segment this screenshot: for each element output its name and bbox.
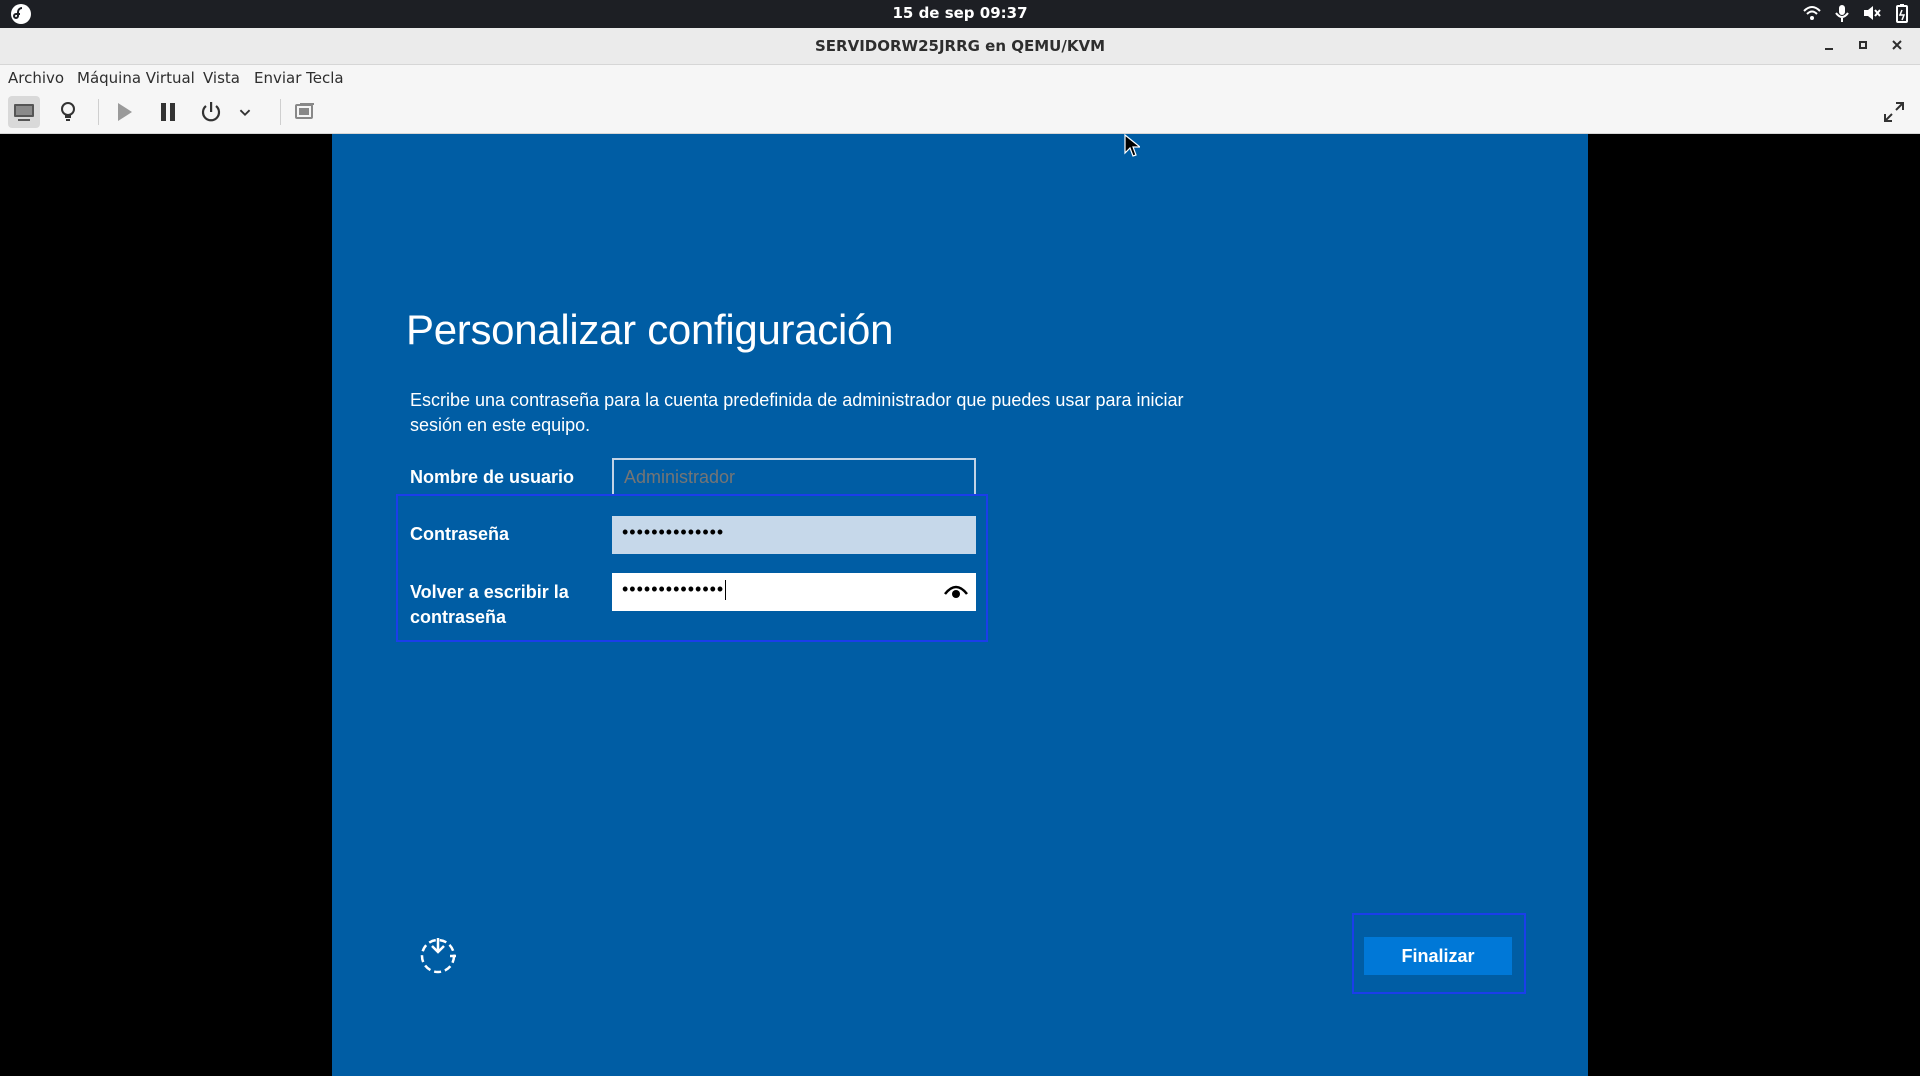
menu-vista[interactable]: Vista xyxy=(203,69,240,87)
username-field[interactable] xyxy=(612,458,976,496)
microphone-icon[interactable] xyxy=(1832,3,1852,23)
setup-description: Escribe una contraseña para la cuenta pr… xyxy=(410,390,1184,435)
maximize-icon[interactable] xyxy=(1854,36,1872,54)
accessibility-icon[interactable] xyxy=(416,932,460,976)
confirm-password-value: •••••••••••••• xyxy=(622,579,725,599)
page-title: Personalizar configuración xyxy=(406,306,894,353)
battery-icon[interactable] xyxy=(1892,3,1912,23)
system-top-bar: 15 de sep 09:37 xyxy=(0,0,1920,28)
mouse-cursor-icon xyxy=(1124,133,1142,158)
menu-enviar-tecla[interactable]: Enviar Tecla xyxy=(254,69,344,87)
finish-button-focus-outline: Finalizar xyxy=(1352,913,1526,994)
window-title-bar[interactable]: SERVIDORW25JRRG en QEMU/KVM xyxy=(0,28,1920,65)
confirm-password-label: Volver a escribir la contraseña xyxy=(410,582,569,627)
password-label: Contraseña xyxy=(410,524,510,544)
play-icon[interactable] xyxy=(108,96,140,128)
show-password-eye-icon[interactable] xyxy=(944,582,968,602)
password-value: •••••••••••••• xyxy=(622,522,725,542)
vm-display[interactable]: Personalizar configuración Escribe una c… xyxy=(0,134,1920,1076)
lightbulb-icon[interactable] xyxy=(52,96,84,128)
menu-bar: Archivo Máquina Virtual Vista Enviar Tec… xyxy=(0,65,1920,91)
menu-maquina-virtual[interactable]: Máquina Virtual xyxy=(77,69,195,87)
menu-archivo[interactable]: Archivo xyxy=(8,69,64,87)
power-icon[interactable] xyxy=(195,96,227,128)
pause-icon[interactable] xyxy=(152,96,184,128)
confirm-password-field[interactable]: •••••••••••••• xyxy=(612,573,976,611)
clock[interactable]: 15 de sep 09:37 xyxy=(0,4,1920,22)
password-field[interactable]: •••••••••••••• xyxy=(612,516,976,554)
minimize-icon[interactable] xyxy=(1820,36,1838,54)
windows-setup-screen: Personalizar configuración Escribe una c… xyxy=(332,134,1588,1076)
fullscreen-icon[interactable] xyxy=(1878,96,1910,128)
finish-button[interactable]: Finalizar xyxy=(1364,937,1512,975)
window-title: SERVIDORW25JRRG en QEMU/KVM xyxy=(815,37,1105,55)
close-icon[interactable] xyxy=(1888,36,1906,54)
wifi-icon[interactable] xyxy=(1802,3,1822,23)
display-icon[interactable] xyxy=(8,96,40,128)
screenshot-icon[interactable] xyxy=(289,96,321,128)
username-label: Nombre de usuario xyxy=(410,467,575,487)
system-tray[interactable] xyxy=(1802,3,1912,23)
toolbar xyxy=(0,91,1920,134)
volume-muted-icon[interactable] xyxy=(1862,3,1882,23)
chevron-down-icon[interactable] xyxy=(234,96,256,128)
